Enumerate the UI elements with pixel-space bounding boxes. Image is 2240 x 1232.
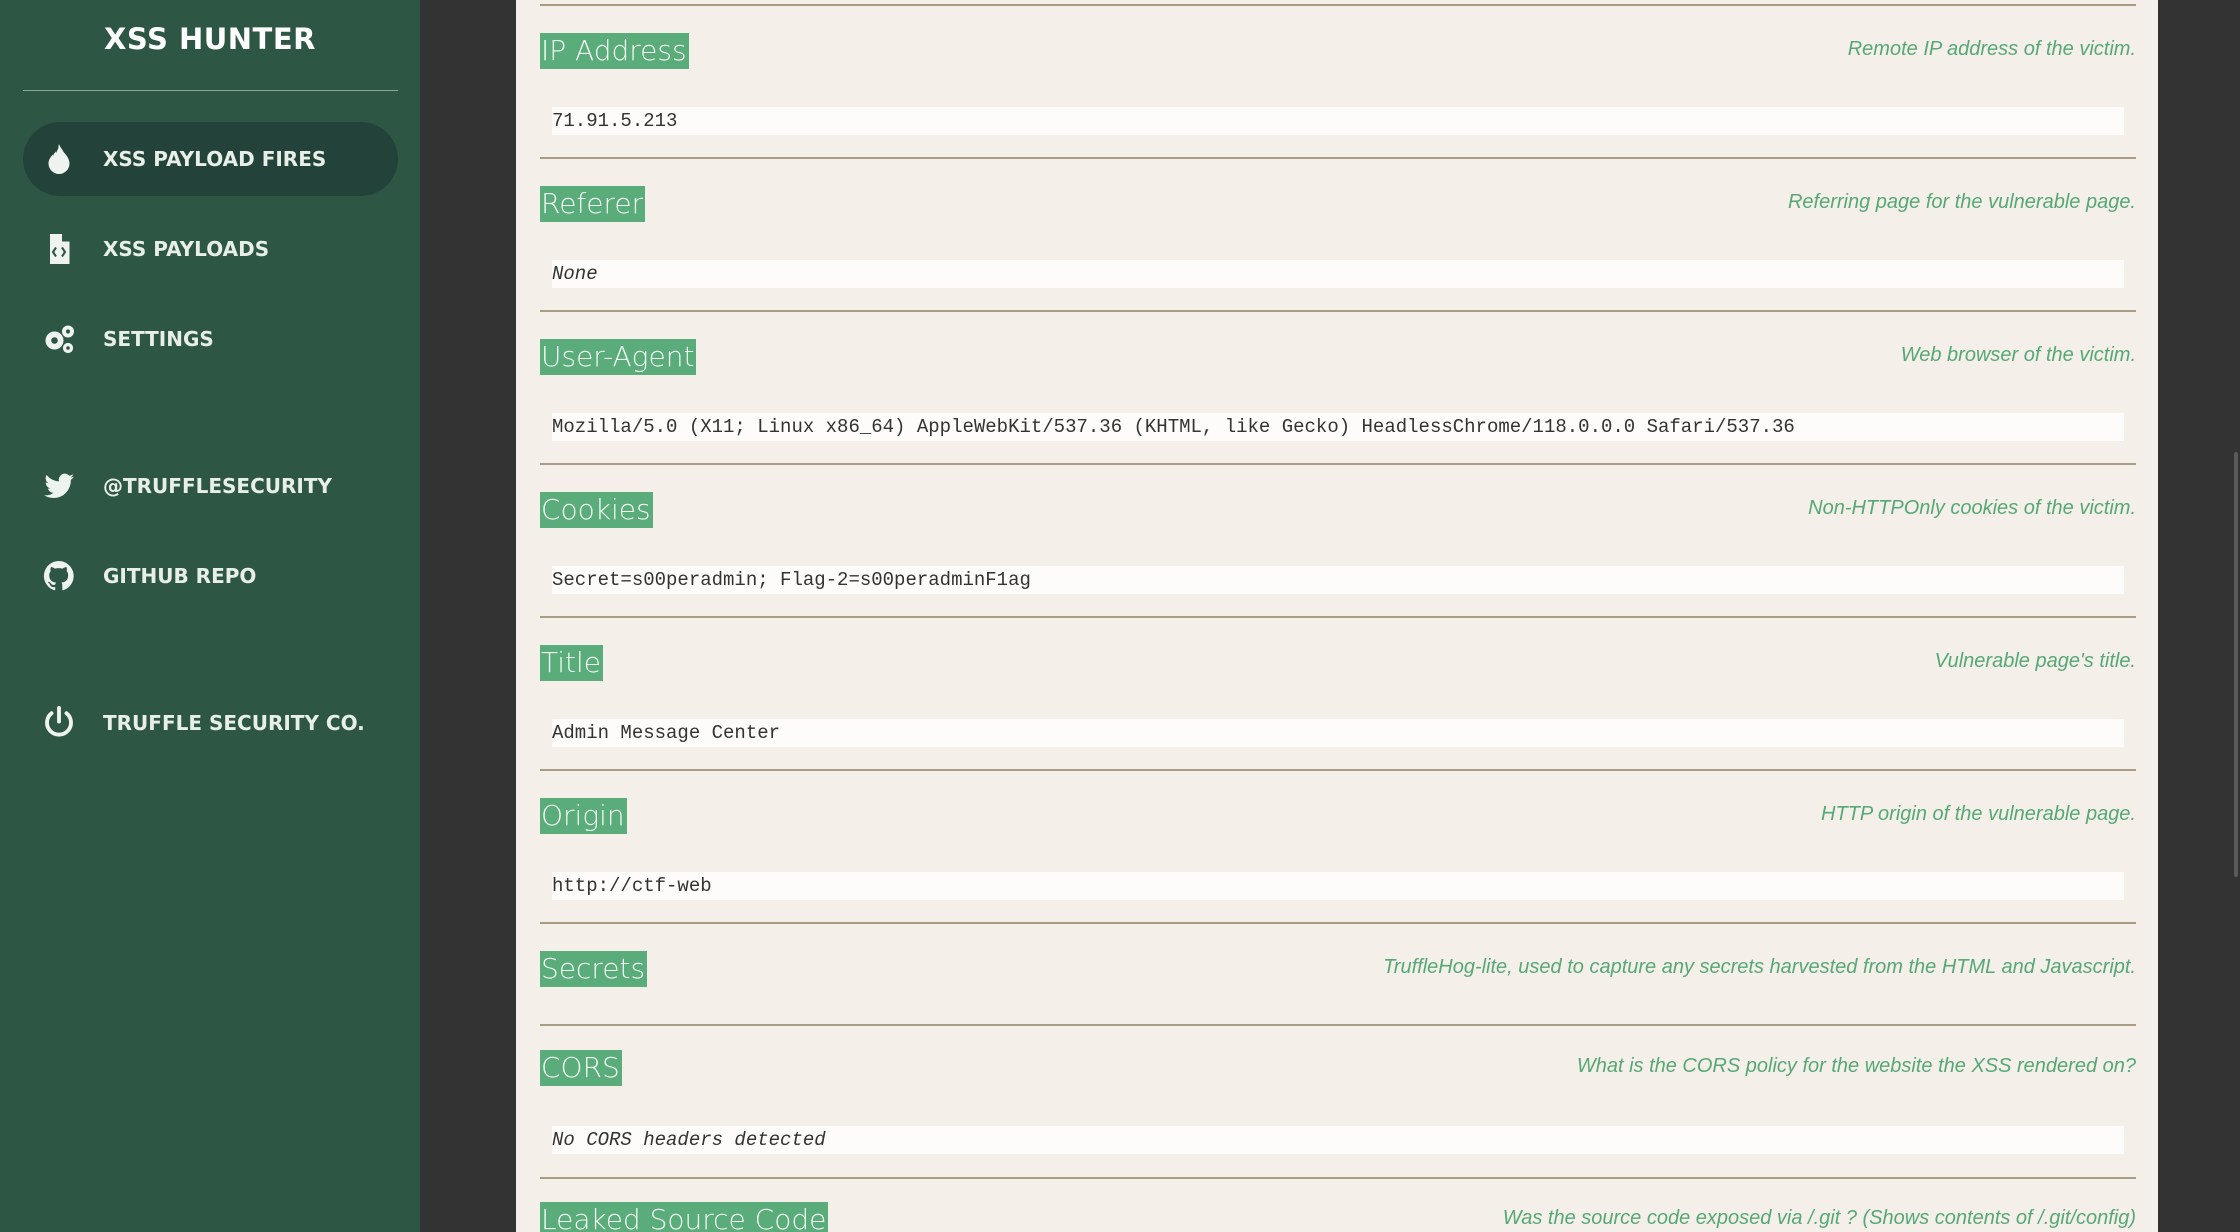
nav-item-truffle-security-co[interactable]: TRUFFLE SECURITY CO.: [23, 686, 398, 760]
github-icon: [37, 554, 81, 598]
field-value: None: [552, 260, 2124, 288]
field-label: User-Agent: [540, 339, 697, 375]
section-divider: [540, 1177, 2136, 1179]
nav-item-twitter[interactable]: @TRUFFLESECURITY: [23, 449, 398, 523]
field-description: What is the CORS policy for the website …: [1576, 1055, 2136, 1077]
section-divider: [540, 1024, 2136, 1026]
nav-label: XSS PAYLOADS: [103, 237, 270, 261]
field-referer: Referer Referring page for the vulnerabl…: [540, 157, 2136, 310]
field-value: Admin Message Center: [552, 719, 2124, 747]
field-value: Secret=s00peradmin; Flag-2=s00peradminF1…: [552, 566, 2124, 594]
field-description: Non-HTTPOnly cookies of the victim.: [1808, 497, 2136, 519]
field-value: No CORS headers detected: [552, 1126, 2124, 1154]
field-label: Secrets: [540, 951, 648, 987]
gears-icon: [37, 317, 81, 361]
field-description: Was the source code exposed via /.git ? …: [1502, 1207, 2136, 1229]
field-cookies: Cookies Non-HTTPOnly cookies of the vict…: [540, 463, 2136, 616]
field-label: Title: [540, 645, 604, 681]
field-label: Cookies: [540, 492, 653, 528]
section-divider: [540, 463, 2136, 465]
field-ip-address: IP Address Remote IP address of the vict…: [540, 4, 2136, 157]
fire-icon: [37, 137, 81, 181]
nav-label: GITHUB REPO: [103, 564, 257, 588]
nav-item-settings[interactable]: SETTINGS: [23, 302, 398, 376]
brand-divider: [23, 90, 398, 91]
nav-item-xss-payloads[interactable]: XSS PAYLOADS: [23, 212, 398, 286]
field-value: 71.91.5.213: [552, 107, 2124, 135]
nav-item-xss-payload-fires[interactable]: XSS PAYLOAD FIRES: [23, 122, 398, 196]
nav-label: SETTINGS: [103, 327, 214, 351]
twitter-icon: [37, 464, 81, 508]
field-description: HTTP origin of the vulnerable page.: [1821, 803, 2136, 825]
nav-label: @TRUFFLESECURITY: [103, 474, 332, 498]
field-value: http://ctf-web: [552, 872, 2124, 900]
field-description: Referring page for the vulnerable page.: [1787, 191, 2136, 213]
field-label: Referer: [540, 186, 646, 222]
field-description: Vulnerable page's title.: [1934, 650, 2136, 672]
field-description: Web browser of the victim.: [1900, 344, 2136, 366]
section-divider: [540, 769, 2136, 771]
field-user-agent: User-Agent Web browser of the victim. Mo…: [540, 310, 2136, 463]
field-description: Remote IP address of the victim.: [1847, 38, 2136, 60]
section-divider: [540, 310, 2136, 312]
page-gutter: [2158, 0, 2240, 1232]
power-icon: [37, 701, 81, 745]
brand-title: XSS HUNTER: [104, 22, 316, 56]
nav-label: TRUFFLE SECURITY CO.: [103, 711, 365, 735]
scrollbar-thumb[interactable]: [2234, 452, 2238, 877]
section-divider: [540, 616, 2136, 618]
field-cors: CORS What is the CORS policy for the web…: [540, 1024, 2136, 1177]
nav-label: XSS PAYLOAD FIRES: [103, 147, 327, 171]
field-label: IP Address: [540, 33, 689, 69]
field-leaked-source-code: Leaked Source Code Was the source code e…: [540, 1177, 2136, 1232]
section-divider: [540, 922, 2136, 924]
field-label: Leaked Source Code: [540, 1202, 829, 1232]
section-divider: [540, 157, 2136, 159]
field-label: Origin: [540, 798, 627, 834]
field-title: Title Vulnerable page's title. Admin Mes…: [540, 616, 2136, 769]
field-origin: Origin HTTP origin of the vulnerable pag…: [540, 769, 2136, 922]
field-label: CORS: [540, 1050, 622, 1086]
sidebar: XSS HUNTER XSS PAYLOAD FIRES XSS PAYLOAD…: [0, 0, 420, 1232]
field-description: TruffleHog-lite, used to capture any sec…: [1383, 956, 2136, 978]
code-file-icon: [37, 227, 81, 271]
field-secrets: Secrets TruffleHog-lite, used to capture…: [540, 922, 2136, 1024]
field-value: Mozilla/5.0 (X11; Linux x86_64) AppleWeb…: [552, 413, 2124, 441]
section-divider: [540, 4, 2136, 6]
nav-item-github-repo[interactable]: GITHUB REPO: [23, 539, 398, 613]
